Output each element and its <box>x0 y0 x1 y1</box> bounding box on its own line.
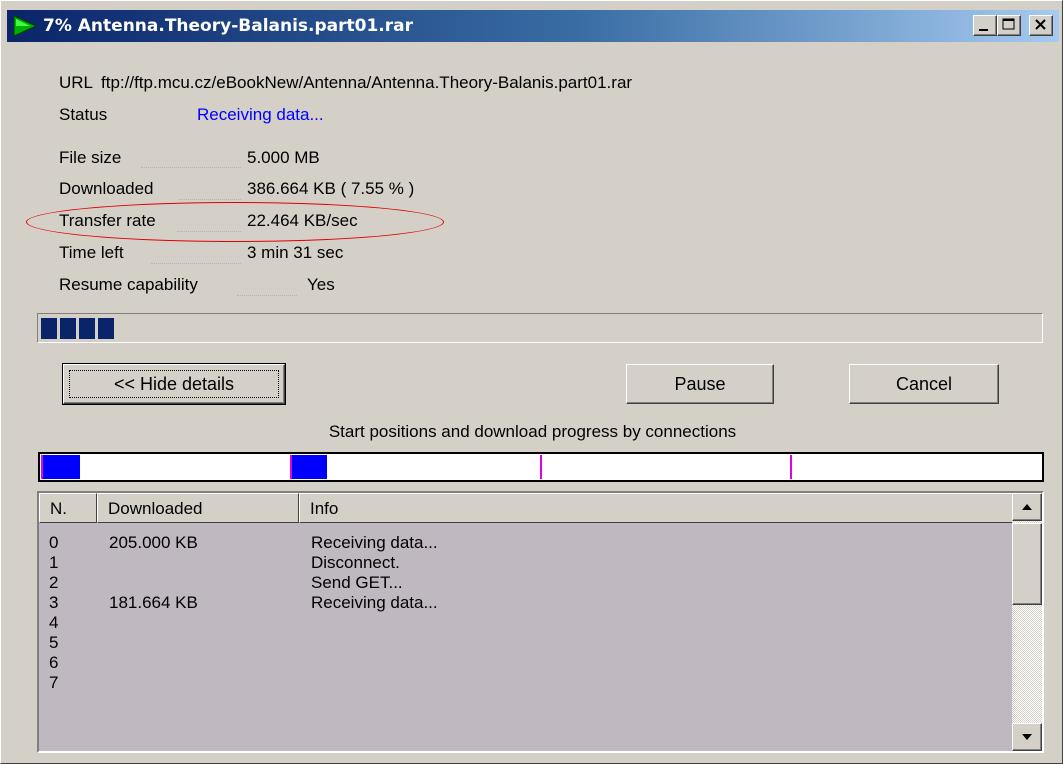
progress-block <box>41 318 57 339</box>
window-title: 7% Antenna.Theory-Balanis.part01.rar <box>43 16 413 36</box>
leader-line <box>179 199 241 200</box>
connection-1-progress <box>292 455 327 479</box>
row-downloaded: 181.664 KB <box>109 593 198 612</box>
progress-block <box>98 318 114 339</box>
downloaded-value: 386.664 KB ( 7.55 % ) <box>247 179 415 198</box>
resume-value: Yes <box>307 275 335 294</box>
row-number: 4 <box>49 613 59 632</box>
close-button[interactable] <box>1029 15 1053 36</box>
maximize-button[interactable] <box>997 15 1021 36</box>
cancel-button[interactable]: Cancel <box>849 364 999 404</box>
overall-progress-bar <box>37 313 1043 343</box>
scroll-thumb[interactable] <box>1012 523 1042 605</box>
maximize-icon <box>1002 18 1015 30</box>
row-number: 3 <box>49 593 59 612</box>
connections-list[interactable]: N. Downloaded Info 0 205.000 KB Receiving … <box>37 491 1044 753</box>
file-size-label: File size <box>59 148 122 167</box>
play-arrow-icon <box>13 15 37 37</box>
progress-block <box>60 318 76 339</box>
status-label: Status <box>59 105 108 124</box>
row-downloaded: 205.000 KB <box>109 533 198 552</box>
url-value: ftp://ftp.mcu.cz/eBookNew/Antenna/Antenn… <box>101 73 633 92</box>
connection-0-start <box>41 455 43 479</box>
cancel-label: Cancel <box>895 373 953 394</box>
pause-button[interactable]: Pause <box>626 364 774 404</box>
minimize-button[interactable] <box>973 15 997 36</box>
leader-line <box>151 263 241 264</box>
row-info: Receiving data... <box>311 593 438 612</box>
row-number: 6 <box>49 653 59 672</box>
minimize-icon <box>979 29 988 31</box>
pause-label: Pause <box>674 373 726 394</box>
progress-block <box>79 318 95 339</box>
url-label: URL <box>59 73 94 92</box>
close-icon <box>1035 19 1046 30</box>
connection-1-start <box>290 455 292 479</box>
column-header-downloaded[interactable]: Downloaded <box>97 493 299 523</box>
row-info: Send GET... <box>311 573 403 592</box>
time-left-label: Time left <box>59 243 124 262</box>
connections-caption: Start positions and download progress by… <box>328 422 737 441</box>
vertical-scrollbar[interactable] <box>1012 493 1042 751</box>
row-info: Disconnect. <box>311 553 400 572</box>
downloaded-label: Downloaded <box>59 179 154 198</box>
status-value: Receiving data... <box>197 105 324 124</box>
row-number: 2 <box>49 573 59 592</box>
connections-progress-bar <box>38 452 1044 482</box>
column-header-n[interactable]: N. <box>39 493 97 523</box>
download-window: 7% Antenna.Theory-Balanis.part01.rar URL… <box>0 0 1063 764</box>
arrow-up-icon <box>1022 504 1032 510</box>
connection-3-start <box>790 455 792 479</box>
row-number: 1 <box>49 553 59 572</box>
arrow-down-icon <box>1022 734 1032 740</box>
row-number: 0 <box>49 533 59 552</box>
focus-rectangle <box>69 370 279 398</box>
row-number: 5 <box>49 633 59 652</box>
row-info: Receiving data... <box>311 533 438 552</box>
scroll-down-button[interactable] <box>1012 723 1042 751</box>
file-size-value: 5.000 MB <box>247 148 320 167</box>
highlight-ellipse <box>26 202 444 242</box>
list-header: N. Downloaded Info <box>39 493 1015 523</box>
hide-details-button[interactable]: << Hide details <box>62 363 286 405</box>
column-header-info[interactable]: Info <box>299 493 1015 523</box>
title-bar[interactable]: 7% Antenna.Theory-Balanis.part01.rar <box>7 10 1059 42</box>
row-number: 7 <box>49 673 59 692</box>
resume-label: Resume capability <box>59 275 198 294</box>
leader-line <box>237 295 297 296</box>
connection-2-start <box>540 455 542 479</box>
leader-line <box>141 167 241 168</box>
time-left-value: 3 min 31 sec <box>247 243 344 262</box>
connection-0-progress <box>42 455 80 479</box>
scroll-up-button[interactable] <box>1012 493 1042 521</box>
